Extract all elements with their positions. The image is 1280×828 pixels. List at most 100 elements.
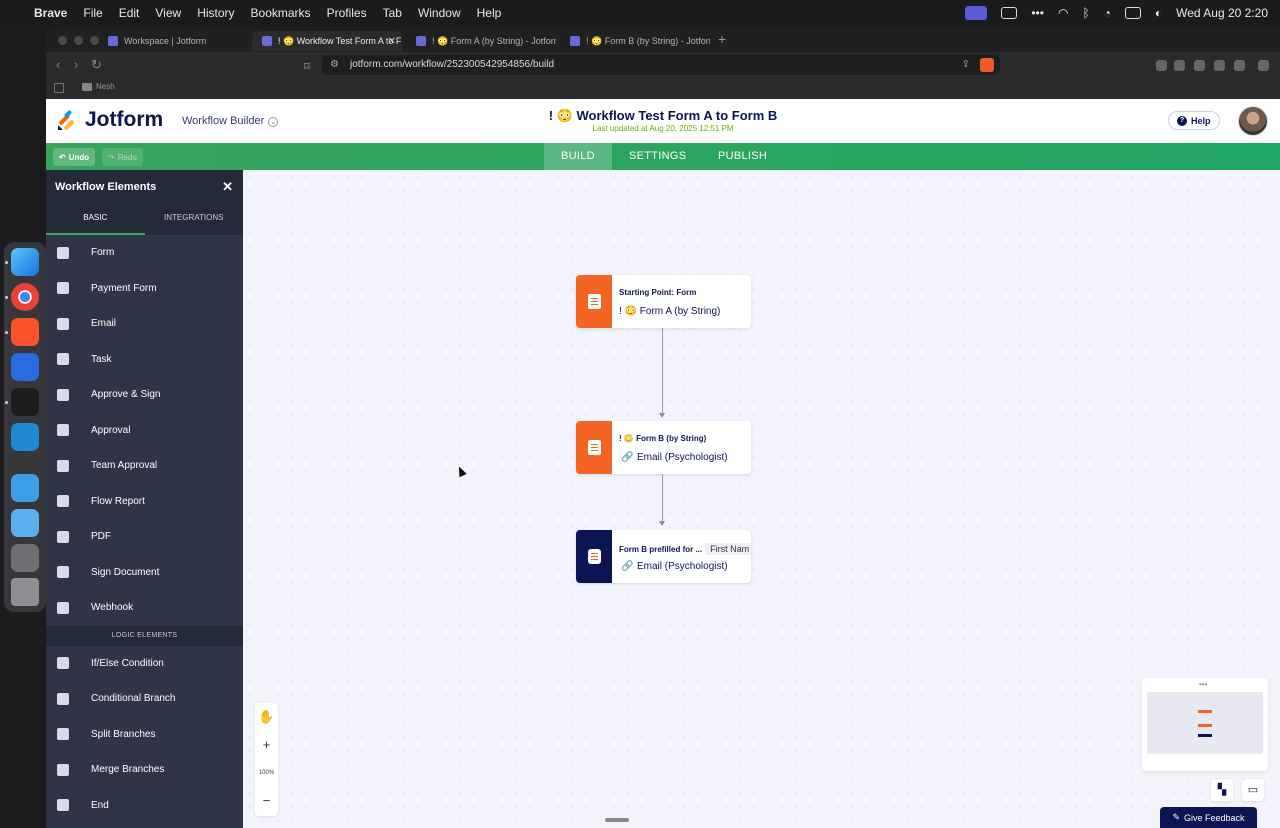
forward-icon[interactable]: › [74,57,78,72]
pdf-icon [57,530,69,543]
browser-tab-form-b[interactable]: ! 😳 Form B (by String) - Jotform F [560,31,710,51]
screen-share-icon[interactable] [965,6,988,20]
drag-handle-icon[interactable]: ••• [1199,680,1207,689]
wifi-icon[interactable]: ◔ [1104,6,1111,20]
workflow-node-email[interactable]: Form B prefilled for ... First Nam 🔗 Emai… [576,530,751,583]
menu-item-window[interactable]: Window [418,6,461,20]
battery-icon[interactable] [1124,7,1141,19]
sidebar-item-pdf[interactable]: PDF [46,519,243,555]
minimap-toggle-icon[interactable]: ▭ [1242,779,1264,801]
bluetooth-icon[interactable]: ᛒ [1082,6,1089,20]
sidebar-item-end[interactable]: End [46,788,243,824]
layout-grid-icon[interactable]: ▚ [1211,779,1233,801]
browser-tab-workflow[interactable]: ! 😳 Workflow Test Form A to F ✕ [252,31,402,51]
help-button[interactable]: ? Help [1168,111,1220,130]
workflow-node-start[interactable]: Starting Point: Form ! 😳 Form A (by Stri… [576,275,751,328]
connector-line [662,473,663,523]
bookmark-icon[interactable]: ⌑ [304,57,310,77]
redo-button[interactable]: ↷ Redo [102,148,143,166]
tab-settings[interactable]: SETTINGS [612,143,703,170]
url-text[interactable]: jotform.com/workflow/252300542954856/bui… [350,59,554,70]
page-title[interactable]: ! 😳 Workflow Test Form A to Form B [46,108,1280,124]
reload-icon[interactable]: ↻ [91,57,102,73]
zoom-in-button[interactable]: + [255,731,278,759]
sidebar-item-label: Task [91,353,112,365]
brave-shield-icon[interactable] [980,58,994,72]
address-bar[interactable]: ⌑ ⚙ jotform.com/workflow/252300542954856… [304,55,1000,75]
workflow-node-form-b[interactable]: ! 😳 Form B (by String) 🔗 Email (Psycholo… [576,421,751,474]
jotform-favicon-icon [570,36,580,46]
minimap-viewport[interactable] [1147,692,1263,754]
menu-item-profiles[interactable]: Profiles [327,6,367,20]
vscode-icon[interactable] [11,423,39,451]
browser-tab-form-a[interactable]: ! 😳 Form A (by String) - Jotform F [406,31,556,51]
brave-icon[interactable] [11,318,39,346]
clock[interactable]: Wed Aug 20 2:20 [1176,6,1268,20]
sidebar-item-approval[interactable]: Approval [46,413,243,449]
sidebar-item-email[interactable]: Email [46,306,243,342]
sidebar-item-task[interactable]: Task [46,342,243,378]
sidebar-item-conditional-branch[interactable]: Conditional Branch [46,681,243,717]
menu-item-bookmarks[interactable]: Bookmarks [251,6,311,20]
menu-item-help[interactable]: Help [477,6,502,20]
sidebar-item-if-else-condition[interactable]: If/Else Condition [46,646,243,682]
downloads-folder-icon[interactable] [11,509,39,537]
menu-item-tab[interactable]: Tab [383,6,402,20]
sidebar-item-payment-form[interactable]: Payment Form [46,271,243,307]
sidebar-item-split-branches[interactable]: Split Branches [46,717,243,753]
extension-icon[interactable] [1214,60,1225,71]
extension-icon[interactable] [1194,60,1205,71]
site-settings-icon[interactable]: ⚙ [330,55,339,75]
menu-icon[interactable] [1258,60,1269,71]
control-center-icon[interactable]: ◐ [1155,6,1162,20]
sidebar-toggle-icon[interactable] [1234,60,1245,71]
new-tab-icon[interactable]: + [718,31,726,47]
horizontal-scrollbar[interactable] [605,818,629,822]
sidebar-item-approve-sign[interactable]: Approve & Sign [46,377,243,413]
trash-icon[interactable] [11,578,39,606]
extension-icon[interactable] [1156,60,1167,71]
browser-tab-workspace[interactable]: Workspace | Jotform [98,31,248,51]
sidebar-item-sign-document[interactable]: Sign Document [46,555,243,591]
sidebar-item-merge-branches[interactable]: Merge Branches [46,752,243,788]
minimize-window-button[interactable] [74,36,83,45]
back-icon[interactable]: ‹ [56,57,60,72]
menu-item-history[interactable]: History [197,6,234,20]
tab-basic[interactable]: BASIC [46,203,145,235]
form-icon [57,246,69,259]
menu-item-edit[interactable]: Edit [119,6,140,20]
control-icon[interactable] [1001,7,1018,19]
avatar[interactable] [1238,106,1268,136]
extension-icon[interactable] [1174,60,1185,71]
finder-icon[interactable] [11,248,39,276]
recent-app-icon[interactable] [11,544,39,572]
sidebar-item-team-approval[interactable]: Team Approval [46,448,243,484]
more-icon[interactable]: ••• [1031,6,1044,20]
sidebar-item-flow-report[interactable]: Flow Report [46,484,243,520]
hand-tool-icon[interactable]: ✋ [255,703,278,731]
close-tab-icon[interactable]: ✕ [388,36,396,47]
tab-publish[interactable]: PUBLISH [701,143,784,170]
apps-grid-icon[interactable] [54,83,64,93]
give-feedback-button[interactable]: ✎ Give Feedback [1160,807,1257,828]
menu-item-file[interactable]: File [83,6,102,20]
undo-button[interactable]: ↶ Undo [53,148,96,166]
minimap[interactable]: ••• [1142,678,1268,771]
tab-integrations[interactable]: INTEGRATIONS [145,203,244,235]
close-window-button[interactable] [58,36,67,45]
applications-folder-icon[interactable] [11,474,39,502]
chrome-icon[interactable] [11,283,39,311]
zoom-out-button[interactable]: − [255,787,278,815]
workflow-canvas[interactable]: Starting Point: Form ! 😳 Form A (by Stri… [243,170,1280,828]
sidebar-item-form[interactable]: Form [46,235,243,271]
tab-build[interactable]: BUILD [544,143,612,170]
activity-monitor-icon[interactable] [11,388,39,416]
menu-item-view[interactable]: View [155,6,181,20]
bookmark-folder[interactable]: Nesh [96,82,115,91]
close-icon[interactable]: ✕ [222,179,233,195]
headphones-icon[interactable]: ◠ [1058,6,1068,20]
share-icon[interactable]: ⇪ [962,55,970,75]
menu-item-app[interactable]: Brave [34,6,67,20]
sidebar-item-webhook[interactable]: Webhook [46,590,243,626]
tasks-app-icon[interactable] [11,353,39,381]
